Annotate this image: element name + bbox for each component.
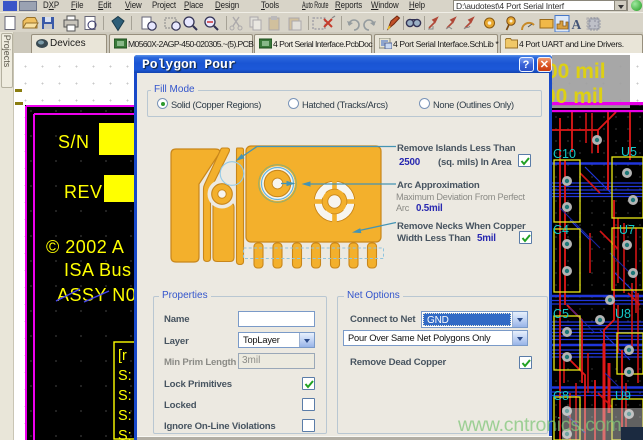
svg-text:[r: [r (118, 348, 127, 364)
svg-text:U9: U9 (615, 389, 631, 403)
svg-text:REV: REV (64, 182, 103, 202)
svg-text:U8: U8 (615, 307, 631, 321)
svg-text:S:: S: (118, 428, 132, 440)
svg-text:S:: S: (118, 388, 132, 404)
svg-text:U5: U5 (621, 145, 637, 159)
svg-text:00 mil: 00 mil (544, 85, 604, 108)
svg-text:C5: C5 (553, 307, 569, 321)
svg-text:ISA Bus: ISA Bus (64, 260, 132, 280)
svg-text:S:: S: (118, 408, 132, 424)
svg-text:C4: C4 (553, 223, 569, 237)
svg-text:C10: C10 (553, 147, 576, 161)
svg-text:C8: C8 (553, 389, 569, 403)
svg-text:S:: S: (118, 368, 132, 384)
svg-text:U7: U7 (619, 223, 635, 237)
svg-text:00 mil: 00 mil (546, 60, 606, 83)
svg-text:A: A (572, 17, 582, 32)
svg-text:© 2002 A: © 2002 A (46, 237, 124, 257)
svg-text:S/N: S/N (58, 132, 90, 152)
